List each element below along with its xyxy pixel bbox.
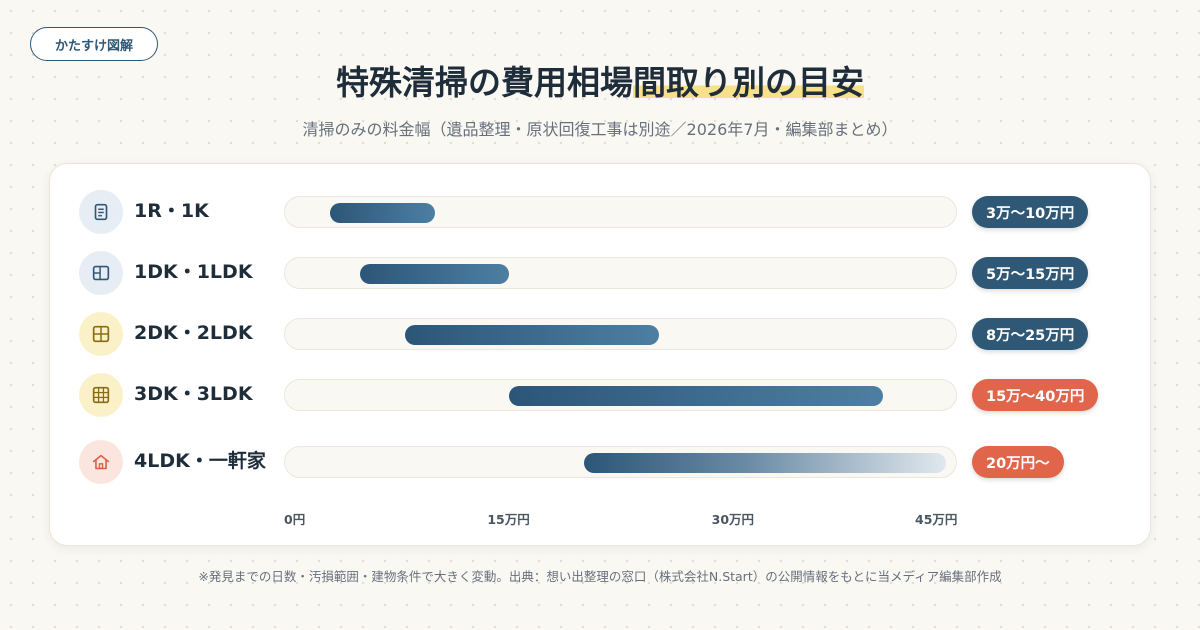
range-value-label: 3万〜10万円 <box>972 196 1089 228</box>
house-icon <box>79 440 123 484</box>
range-bar <box>404 325 659 345</box>
chart-row: 1R・1K 3万〜10万円 <box>50 182 1152 242</box>
bar-track <box>284 196 957 228</box>
category-label: 4LDK・一軒家 <box>134 450 266 473</box>
page-title: 特殊清掃の費用相場間取り別の目安 <box>0 58 1200 108</box>
range-bar <box>509 386 884 406</box>
brand-badge: かたすけ図解 <box>30 27 158 61</box>
bar-track <box>284 318 957 350</box>
chart-card: 1R・1K 3万〜10万円 1DK・1LDK 5万〜15万円 2DK・2LDK 8万〜25… <box>49 163 1151 546</box>
category-label: 3DK・3LDK <box>134 383 253 406</box>
document-icon <box>79 190 123 234</box>
range-value-label: 5万〜15万円 <box>972 257 1089 289</box>
x-tick-label: 30万円 <box>711 512 755 527</box>
grid-four-icon <box>79 312 123 356</box>
footnote: ※発見までの日数・汚損範囲・建物条件で大きく変動。出典：想い出整理の窓口（株式会… <box>198 569 1002 584</box>
chart-row: 2DK・2LDK 8万〜25万円 <box>50 304 1152 364</box>
range-bar <box>359 264 510 284</box>
bar-track <box>284 379 957 411</box>
chart-row: 4LDK・一軒家 20万円〜 <box>50 432 1152 492</box>
chart-row: 1DK・1LDK 5万〜15万円 <box>50 243 1152 303</box>
range-value-label: 20万円〜 <box>972 446 1064 478</box>
page-subtitle: 清掃のみの料金幅（遺品整理・原状回復工事は別途／2026年7月・編集部まとめ） <box>302 120 898 139</box>
range-value-label: 8万〜25万円 <box>972 318 1089 350</box>
category-label: 2DK・2LDK <box>134 322 253 345</box>
bar-track <box>284 257 957 289</box>
range-bar <box>584 453 946 473</box>
range-value-label: 15万〜40万円 <box>972 379 1099 411</box>
category-label: 1DK・1LDK <box>134 261 253 284</box>
grid-nine-icon <box>79 373 123 417</box>
title-highlight: 間取り別の目安 <box>633 63 864 102</box>
title-part-1: 特殊清掃の費用相場 <box>336 63 633 102</box>
layout-panel-icon <box>79 251 123 295</box>
bar-track <box>284 446 957 478</box>
range-bar <box>329 203 435 223</box>
category-label: 1R・1K <box>134 200 209 223</box>
x-tick-label: 45万円 <box>915 512 958 527</box>
x-tick-label: 15万円 <box>487 512 530 527</box>
chart-row: 3DK・3LDK 15万〜40万円 <box>50 365 1152 425</box>
x-tick-label: 0円 <box>284 512 306 527</box>
